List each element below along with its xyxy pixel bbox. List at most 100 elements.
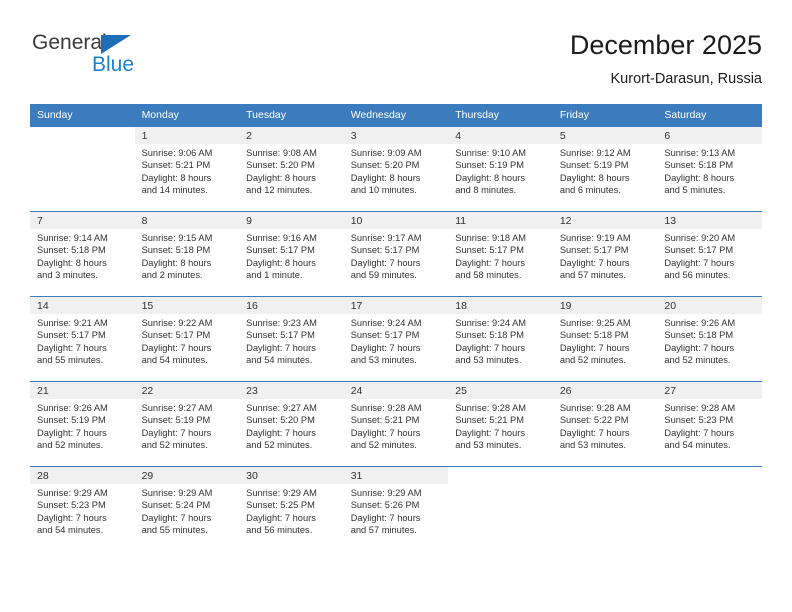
day-cell-details: Sunrise: 9:10 AM Sunset: 5:19 PM Daylight:… (448, 144, 553, 197)
day-cell-content: 17 Sunrise: 9:24 AM Sunset: 5:17 PM Dayligh… (343, 297, 449, 381)
calendar-day-cell[interactable]: 21 Sunrise: 9:26 AM Sunset: 5:19 PM Dayligh… (30, 381, 135, 467)
calendar-page: General Blue December 2025 Kurort-Darasu… (0, 0, 792, 612)
sunrise-time: Sunrise: 9:29 AM (141, 488, 213, 498)
day-number: 19 (552, 297, 658, 314)
sunrise-time: Sunrise: 9:14 AM (37, 233, 108, 243)
sunrise-time: Sunrise: 9:10 AM (455, 148, 527, 158)
calendar-day-cell[interactable]: 22 Sunrise: 9:27 AM Sunset: 5:19 PM Dayligh… (134, 381, 240, 467)
calendar-day-cell[interactable]: 13 Sunrise: 9:20 AM Sunset: 5:17 PM Dayligh… (657, 211, 762, 297)
day-number: 29 (134, 467, 240, 484)
calendar-day-cell[interactable]: 5 Sunrise: 9:12 AM Sunset: 5:19 PM Daylight… (552, 126, 658, 212)
daylight-duration-line1: Daylight: 8 hours (246, 172, 316, 183)
weekday-header-friday: Friday (552, 104, 658, 127)
sunset-time: Sunset: 5:17 PM (246, 245, 315, 256)
calendar-week-row: 21 Sunrise: 9:26 AM Sunset: 5:19 PM Dayligh… (30, 381, 762, 467)
day-cell-content: 16 Sunrise: 9:23 AM Sunset: 5:17 PM Dayligh… (239, 297, 344, 381)
calendar-day-cell[interactable]: 30 Sunrise: 9:29 AM Sunset: 5:25 PM Dayligh… (239, 466, 344, 551)
calendar-day-cell[interactable]: 24 Sunrise: 9:28 AM Sunset: 5:21 PM Dayligh… (343, 381, 449, 467)
sunset-time: Sunset: 5:20 PM (246, 160, 315, 171)
calendar-day-cell[interactable]: 18 Sunrise: 9:24 AM Sunset: 5:18 PM Dayligh… (448, 296, 553, 382)
calendar-day-cell[interactable]: 3 Sunrise: 9:09 AM Sunset: 5:20 PM Daylight… (343, 126, 449, 212)
sunset-time: Sunset: 5:19 PM (455, 160, 524, 171)
calendar-day-cell[interactable]: 2 Sunrise: 9:08 AM Sunset: 5:20 PM Daylight… (239, 126, 344, 212)
day-number: 22 (134, 382, 240, 399)
daylight-duration-line2: and 14 minutes. (141, 185, 208, 196)
calendar-day-cell[interactable]: 26 Sunrise: 9:28 AM Sunset: 5:22 PM Dayligh… (552, 381, 658, 467)
sunset-time: Sunset: 5:18 PM (37, 245, 106, 256)
calendar-day-cell[interactable]: 27 Sunrise: 9:28 AM Sunset: 5:23 PM Dayligh… (657, 381, 762, 467)
day-number: 14 (30, 297, 135, 314)
daylight-duration-line2: and 53 minutes. (559, 440, 626, 451)
day-number: 30 (239, 467, 344, 484)
sunset-time: Sunset: 5:17 PM (559, 245, 629, 256)
day-number: 18 (448, 297, 553, 314)
calendar-day-cell[interactable]: 14 Sunrise: 9:21 AM Sunset: 5:17 PM Dayligh… (30, 296, 135, 382)
day-cell-content: 19 Sunrise: 9:25 AM Sunset: 5:18 PM Dayligh… (552, 297, 658, 381)
calendar-day-cell[interactable]: 20 Sunrise: 9:26 AM Sunset: 5:18 PM Dayligh… (657, 296, 762, 382)
sunrise-time: Sunrise: 9:21 AM (37, 318, 108, 328)
calendar-day-cell[interactable]: 25 Sunrise: 9:28 AM Sunset: 5:21 PM Dayligh… (448, 381, 553, 467)
weekday-header-tuesday: Tuesday (239, 104, 344, 127)
daylight-duration-line2: and 55 minutes. (37, 355, 104, 366)
calendar-day-cell[interactable]: 16 Sunrise: 9:23 AM Sunset: 5:17 PM Dayligh… (239, 296, 344, 382)
general-blue-logo[interactable]: General Blue (32, 32, 172, 88)
day-cell-details: Sunrise: 9:17 AM Sunset: 5:17 PM Daylight:… (344, 229, 449, 282)
sunrise-time: Sunrise: 9:06 AM (141, 148, 213, 158)
sunset-time: Sunset: 5:24 PM (141, 500, 211, 511)
daylight-duration-line2: and 54 minutes. (664, 440, 731, 451)
daylight-duration-line1: Daylight: 7 hours (350, 257, 421, 268)
day-cell-content: 12 Sunrise: 9:19 AM Sunset: 5:17 PM Dayligh… (552, 212, 658, 296)
sunrise-time: Sunrise: 9:28 AM (350, 403, 422, 413)
daylight-duration-line1: Daylight: 7 hours (350, 427, 421, 438)
sunset-time: Sunset: 5:23 PM (664, 415, 734, 426)
day-cell-details: Sunrise: 9:18 AM Sunset: 5:17 PM Daylight:… (448, 229, 553, 282)
day-cell-content: 21 Sunrise: 9:26 AM Sunset: 5:19 PM Dayligh… (30, 382, 135, 466)
day-cell-details: Sunrise: 9:16 AM Sunset: 5:17 PM Daylight:… (239, 229, 344, 282)
calendar-day-cell[interactable]: 19 Sunrise: 9:25 AM Sunset: 5:18 PM Dayligh… (552, 296, 658, 382)
day-cell-content: 1 Sunrise: 9:06 AM Sunset: 5:21 PM Daylight… (134, 127, 240, 211)
day-number: 26 (552, 382, 658, 399)
calendar-day-cell[interactable]: 23 Sunrise: 9:27 AM Sunset: 5:20 PM Dayligh… (239, 381, 344, 467)
day-number: 5 (552, 127, 658, 144)
sunset-time: Sunset: 5:26 PM (350, 500, 420, 511)
calendar-day-cell[interactable]: 8 Sunrise: 9:15 AM Sunset: 5:18 PM Daylight… (134, 211, 240, 297)
calendar-day-cell[interactable]: 6 Sunrise: 9:13 AM Sunset: 5:18 PM Daylight… (657, 126, 762, 212)
calendar-day-cell[interactable]: 10 Sunrise: 9:17 AM Sunset: 5:17 PM Dayligh… (343, 211, 449, 297)
calendar-day-cell[interactable]: 28 Sunrise: 9:29 AM Sunset: 5:23 PM Dayligh… (30, 466, 135, 551)
sunrise-time: Sunrise: 9:17 AM (350, 233, 422, 243)
calendar-day-cell[interactable]: 31 Sunrise: 9:29 AM Sunset: 5:26 PM Dayligh… (343, 466, 449, 551)
calendar-day-cell[interactable]: 11 Sunrise: 9:18 AM Sunset: 5:17 PM Dayligh… (448, 211, 553, 297)
calendar-day-cell[interactable]: 7 Sunrise: 9:14 AM Sunset: 5:18 PM Daylight… (30, 211, 135, 297)
day-cell-details: Sunrise: 9:20 AM Sunset: 5:17 PM Daylight:… (657, 229, 762, 282)
calendar-day-cell[interactable]: 12 Sunrise: 9:19 AM Sunset: 5:17 PM Dayligh… (552, 211, 658, 297)
calendar-day-cell[interactable]: 29 Sunrise: 9:29 AM Sunset: 5:24 PM Dayligh… (134, 466, 240, 551)
sunrise-time: Sunrise: 9:16 AM (246, 233, 317, 243)
sunset-time: Sunset: 5:17 PM (455, 245, 524, 256)
day-number: 21 (30, 382, 135, 399)
weekday-header-thursday: Thursday (448, 104, 553, 127)
day-cell-details: Sunrise: 9:26 AM Sunset: 5:19 PM Daylight:… (30, 399, 135, 452)
page-header: General Blue December 2025 Kurort-Darasu… (30, 28, 762, 92)
day-number: 9 (239, 212, 344, 229)
sunrise-time: Sunrise: 9:29 AM (350, 488, 422, 498)
day-cell-details: Sunrise: 9:19 AM Sunset: 5:17 PM Daylight:… (553, 229, 658, 282)
sunrise-time: Sunrise: 9:24 AM (455, 318, 527, 328)
page-title: December 2025 (569, 30, 762, 60)
calendar-day-cell[interactable]: 1 Sunrise: 9:06 AM Sunset: 5:21 PM Daylight… (134, 126, 240, 212)
day-cell-empty (657, 467, 762, 551)
sunrise-time: Sunrise: 9:25 AM (559, 318, 631, 328)
day-cell-content: 5 Sunrise: 9:12 AM Sunset: 5:19 PM Daylight… (552, 127, 658, 211)
daylight-duration-line1: Daylight: 7 hours (141, 342, 212, 353)
calendar-day-cell[interactable]: 17 Sunrise: 9:24 AM Sunset: 5:17 PM Dayligh… (343, 296, 449, 382)
sunset-time: Sunset: 5:23 PM (37, 500, 106, 511)
day-cell-details: Sunrise: 9:28 AM Sunset: 5:21 PM Daylight:… (344, 399, 449, 452)
daylight-duration-line1: Daylight: 8 hours (246, 257, 316, 268)
daylight-duration-line2: and 52 minutes. (37, 440, 104, 451)
calendar-day-cell[interactable]: 9 Sunrise: 9:16 AM Sunset: 5:17 PM Daylight… (239, 211, 344, 297)
day-number: 11 (448, 212, 553, 229)
logo-text-blue: Blue (92, 53, 135, 76)
day-cell-empty (30, 127, 135, 211)
calendar-day-cell[interactable]: 4 Sunrise: 9:10 AM Sunset: 5:19 PM Daylight… (448, 126, 553, 212)
daylight-duration-line1: Daylight: 7 hours (559, 427, 630, 438)
calendar-day-cell[interactable]: 15 Sunrise: 9:22 AM Sunset: 5:17 PM Dayligh… (134, 296, 240, 382)
